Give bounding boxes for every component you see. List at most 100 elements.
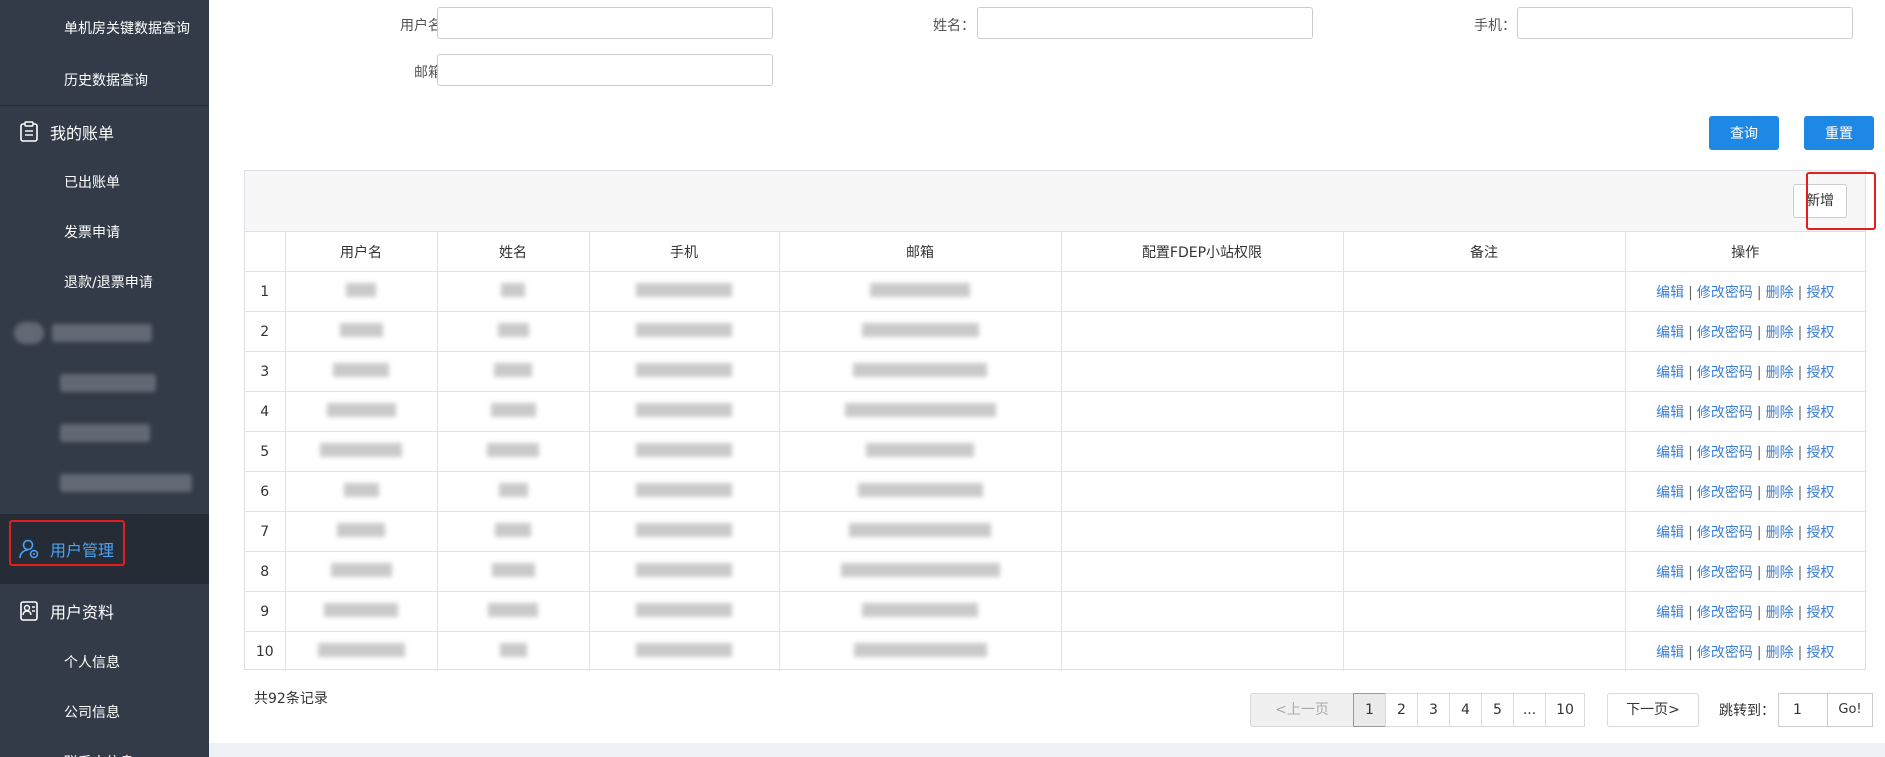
reset-button[interactable]: 重置 [1804, 116, 1874, 150]
redacted-value [636, 562, 732, 577]
sidebar-item-redacted[interactable] [0, 458, 209, 508]
cell-fdep-permission [1061, 431, 1344, 472]
jump-to-label: 跳转到： [1719, 703, 1775, 719]
cell-username [285, 471, 438, 512]
email-input[interactable] [437, 54, 773, 86]
edit-link[interactable]: 编辑 [1656, 365, 1684, 381]
sidebar-group-label: 我的账单 [50, 124, 115, 143]
page-button[interactable]: 5 [1481, 693, 1514, 727]
cell-phone [589, 351, 780, 392]
authorize-link[interactable]: 授权 [1806, 405, 1834, 421]
authorize-link[interactable]: 授权 [1806, 525, 1834, 541]
redacted-value [870, 282, 970, 297]
name-label: 姓名： [933, 18, 975, 34]
change-password-link[interactable]: 修改密码 [1697, 285, 1753, 301]
cell-name [437, 431, 590, 472]
edit-link[interactable]: 编辑 [1656, 485, 1684, 501]
redacted-value [636, 602, 732, 617]
delete-link[interactable]: 删除 [1766, 365, 1794, 381]
bill-icon [18, 121, 40, 143]
page-button[interactable]: 1 [1353, 693, 1386, 727]
redacted-value [324, 602, 398, 617]
change-password-link[interactable]: 修改密码 [1697, 445, 1753, 461]
cell-username [285, 631, 438, 671]
change-password-link[interactable]: 修改密码 [1697, 525, 1753, 541]
sidebar-item-contact-info[interactable]: 联系人信息 [0, 738, 209, 757]
delete-link[interactable]: 删除 [1766, 405, 1794, 421]
phone-input[interactable] [1517, 7, 1853, 39]
authorize-link[interactable]: 授权 [1806, 365, 1834, 381]
highlight-box-user-management [9, 520, 125, 566]
sidebar-group-my-bill[interactable]: 我的账单 [0, 105, 209, 158]
table-row: 4 编辑 | 修改密码 | 删除 | 授权 [245, 391, 1865, 432]
edit-link[interactable]: 编辑 [1656, 645, 1684, 661]
cell-phone [589, 271, 780, 312]
edit-link[interactable]: 编辑 [1656, 325, 1684, 341]
delete-link[interactable]: 删除 [1766, 285, 1794, 301]
page-button[interactable]: 10 [1545, 693, 1585, 727]
page-button[interactable]: 3 [1417, 693, 1450, 727]
change-password-link[interactable]: 修改密码 [1697, 485, 1753, 501]
change-password-link[interactable]: 修改密码 [1697, 605, 1753, 621]
edit-link[interactable]: 编辑 [1656, 525, 1684, 541]
cell-email [779, 271, 1062, 312]
sidebar-item-refund-apply[interactable]: 退款/退票申请 [0, 258, 209, 308]
edit-link[interactable]: 编辑 [1656, 605, 1684, 621]
delete-link[interactable]: 删除 [1766, 445, 1794, 461]
change-password-link[interactable]: 修改密码 [1697, 325, 1753, 341]
sidebar-item-issued-bills[interactable]: 已出账单 [0, 158, 209, 208]
cell-fdep-permission [1061, 591, 1344, 632]
query-button[interactable]: 查询 [1709, 116, 1779, 150]
cell-fdep-permission [1061, 471, 1344, 512]
change-password-link[interactable]: 修改密码 [1697, 565, 1753, 581]
name-input[interactable] [977, 7, 1313, 39]
page-button[interactable]: 4 [1449, 693, 1482, 727]
username-input[interactable] [437, 7, 773, 39]
edit-link[interactable]: 编辑 [1656, 565, 1684, 581]
cell-email [779, 311, 1062, 352]
delete-link[interactable]: 删除 [1766, 485, 1794, 501]
redacted-value [498, 482, 528, 497]
cell-username [285, 271, 438, 312]
authorize-link[interactable]: 授权 [1806, 565, 1834, 581]
cell-phone [589, 551, 780, 592]
delete-link[interactable]: 删除 [1766, 645, 1794, 661]
edit-link[interactable]: 编辑 [1656, 285, 1684, 301]
authorize-link[interactable]: 授权 [1806, 645, 1834, 661]
authorize-link[interactable]: 授权 [1806, 445, 1834, 461]
table-row: 1 编辑 | 修改密码 | 删除 | 授权 [245, 271, 1865, 312]
sidebar-item-redacted[interactable] [0, 358, 209, 408]
cell-email [779, 511, 1062, 552]
authorize-link[interactable]: 授权 [1806, 325, 1834, 341]
delete-link[interactable]: 删除 [1766, 525, 1794, 541]
sidebar-item-invoice-apply[interactable]: 发票申请 [0, 208, 209, 258]
column-header-remark: 备注 [1343, 232, 1626, 272]
authorize-link[interactable]: 授权 [1806, 285, 1834, 301]
change-password-link[interactable]: 修改密码 [1697, 405, 1753, 421]
sidebar-item-company-info[interactable]: 公司信息 [0, 688, 209, 738]
cell-actions: 编辑 | 修改密码 | 删除 | 授权 [1625, 431, 1865, 472]
authorize-link[interactable]: 授权 [1806, 485, 1834, 501]
jump-page-input[interactable]: 1 [1778, 693, 1828, 727]
sidebar-item-personal-info[interactable]: 个人信息 [0, 638, 209, 688]
prev-page-button[interactable]: <上一页 [1250, 693, 1354, 727]
next-page-button[interactable]: 下一页> [1607, 693, 1699, 727]
edit-link[interactable]: 编辑 [1656, 405, 1684, 421]
delete-link[interactable]: 删除 [1766, 605, 1794, 621]
sidebar-item-redacted[interactable] [0, 308, 209, 358]
page-button[interactable]: 2 [1385, 693, 1418, 727]
column-header-email: 邮箱 [779, 232, 1062, 272]
sidebar-item-redacted[interactable] [0, 408, 209, 458]
cell-username [285, 311, 438, 352]
sidebar-item-history-data[interactable]: 历史数据查询 [0, 58, 209, 105]
sidebar-group-user-profile[interactable]: 用户资料 [0, 583, 209, 638]
go-button[interactable]: Go! [1827, 693, 1873, 727]
delete-link[interactable]: 删除 [1766, 565, 1794, 581]
delete-link[interactable]: 删除 [1766, 325, 1794, 341]
change-password-link[interactable]: 修改密码 [1697, 365, 1753, 381]
sidebar-item-room-key-data[interactable]: 单机房关键数据查询 [0, 0, 209, 58]
edit-link[interactable]: 编辑 [1656, 445, 1684, 461]
authorize-link[interactable]: 授权 [1806, 605, 1834, 621]
change-password-link[interactable]: 修改密码 [1697, 645, 1753, 661]
cell-name [437, 391, 590, 432]
